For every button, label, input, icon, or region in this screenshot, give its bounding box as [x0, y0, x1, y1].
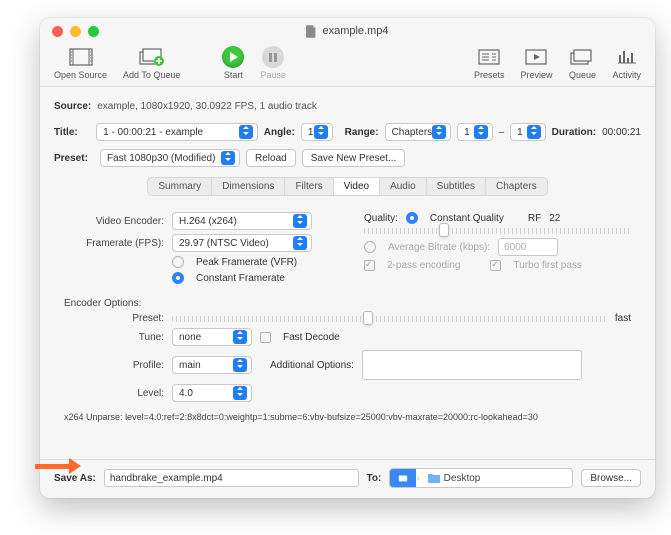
- fast-decode-checkbox[interactable]: [260, 332, 271, 343]
- x264-preset-label: Preset:: [64, 313, 164, 324]
- footer: Save As: handbrake_example.mp4 To: › Des…: [40, 459, 655, 498]
- tab-audio[interactable]: Audio: [380, 178, 427, 195]
- unparse-label: x264 Unparse:: [64, 412, 123, 422]
- range-to-select[interactable]: 1: [510, 123, 545, 141]
- rf-value: 22: [549, 213, 560, 224]
- preview-button[interactable]: Preview: [520, 46, 552, 80]
- tab-dimensions[interactable]: Dimensions: [212, 178, 285, 195]
- additional-options-label: Additional Options:: [270, 360, 354, 371]
- range-dash: –: [499, 127, 505, 138]
- peak-framerate-radio[interactable]: [172, 256, 184, 268]
- destination-path[interactable]: › Desktop: [389, 468, 573, 488]
- tab-chapters[interactable]: Chapters: [486, 178, 547, 195]
- pause-button[interactable]: Pause: [260, 46, 286, 80]
- path-segment: Desktop: [420, 469, 489, 487]
- two-pass-label: 2-pass encoding: [387, 260, 460, 271]
- tab-summary[interactable]: Summary: [148, 178, 212, 195]
- titlebar: example.mp4: [40, 18, 655, 44]
- profile-select[interactable]: main: [172, 356, 252, 374]
- source-value: example, 1080x1920, 30.0922 FPS, 1 audio…: [97, 101, 317, 112]
- video-panel: Video Encoder: H.264 (x264) Framerate (F…: [54, 204, 641, 426]
- range-from-select[interactable]: 1: [457, 123, 492, 141]
- avg-bitrate-label: Average Bitrate (kbps):: [388, 242, 490, 253]
- activity-button[interactable]: Activity: [612, 46, 641, 80]
- profile-label: Profile:: [64, 360, 164, 371]
- turbo-label: Turbo first pass: [513, 260, 582, 271]
- folder-icon: [428, 473, 440, 483]
- app-window: example.mp4 Open Source Add To Queue Sta…: [40, 18, 655, 498]
- video-encoder-select[interactable]: H.264 (x264): [172, 212, 312, 230]
- film-icon: [67, 46, 95, 68]
- preview-icon: [522, 46, 550, 68]
- save-as-input[interactable]: handbrake_example.mp4: [104, 469, 359, 487]
- framerate-select[interactable]: 29.97 (NTSC Video): [172, 234, 312, 252]
- tab-video[interactable]: Video: [334, 178, 380, 195]
- content-area: Source: example, 1080x1920, 30.0922 FPS,…: [40, 87, 655, 459]
- tune-select[interactable]: none: [172, 328, 252, 346]
- tab-filters[interactable]: Filters: [285, 178, 333, 195]
- fast-decode-label: Fast Decode: [283, 332, 340, 343]
- angle-select[interactable]: 1: [301, 123, 333, 141]
- range-mode-select[interactable]: Chapters: [385, 123, 452, 141]
- document-icon: [306, 25, 317, 38]
- tab-subtitles[interactable]: Subtitles: [427, 178, 486, 195]
- window-title: example.mp4: [40, 25, 655, 38]
- source-label: Source:: [54, 101, 91, 112]
- range-label: Range:: [345, 127, 379, 138]
- title-label: Title:: [54, 127, 90, 138]
- x264-preset-slider[interactable]: [172, 316, 607, 322]
- avg-bitrate-input[interactable]: 6000: [498, 238, 558, 256]
- tabs: Summary Dimensions Filters Video Audio S…: [54, 177, 641, 196]
- queue-add-icon: [138, 46, 166, 68]
- disk-icon: [390, 469, 416, 487]
- presets-button[interactable]: Presets: [474, 46, 505, 80]
- constant-quality-label: Constant Quality: [430, 213, 504, 224]
- add-to-queue-button[interactable]: Add To Queue: [123, 46, 180, 80]
- reload-button[interactable]: Reload: [246, 149, 296, 167]
- presets-icon: [475, 46, 503, 68]
- framerate-label: Framerate (FPS):: [64, 238, 164, 249]
- level-select[interactable]: 4.0: [172, 384, 252, 402]
- rf-label: RF: [528, 213, 541, 224]
- constant-framerate-radio[interactable]: [172, 272, 184, 284]
- pause-icon: [262, 46, 284, 68]
- activity-icon: [613, 46, 641, 68]
- title-select[interactable]: 1 - 00:00:21 - example: [96, 123, 258, 141]
- open-source-button[interactable]: Open Source: [54, 46, 107, 80]
- toolbar: Open Source Add To Queue Start Pause Pre…: [40, 44, 655, 87]
- constant-quality-radio[interactable]: [406, 212, 418, 224]
- quality-slider[interactable]: [364, 228, 631, 234]
- additional-options-input[interactable]: [362, 350, 582, 380]
- peak-framerate-label: Peak Framerate (VFR): [196, 257, 297, 268]
- queue-icon: [568, 46, 596, 68]
- preset-label: Preset:: [54, 153, 94, 164]
- duration-label: Duration:: [552, 127, 596, 138]
- browse-button[interactable]: Browse...: [581, 469, 641, 487]
- queue-button[interactable]: Queue: [568, 46, 596, 80]
- constant-framerate-label: Constant Framerate: [196, 273, 285, 284]
- preset-select[interactable]: Fast 1080p30 (Modified): [100, 149, 240, 167]
- angle-label: Angle:: [264, 127, 295, 138]
- quality-label: Quality:: [364, 213, 398, 224]
- x264-preset-value: fast: [615, 313, 631, 324]
- annotation-arrow: [35, 456, 85, 476]
- encoder-options-label: Encoder Options:: [64, 298, 141, 309]
- start-button[interactable]: Start: [222, 46, 244, 80]
- video-encoder-label: Video Encoder:: [64, 216, 164, 227]
- tune-label: Tune:: [64, 332, 164, 343]
- level-label: Level:: [64, 388, 164, 399]
- unparse-value: level=4.0:ref=2:8x8dct=0:weightp=1:subme…: [125, 412, 538, 422]
- turbo-checkbox[interactable]: [490, 260, 501, 271]
- avg-bitrate-radio[interactable]: [364, 241, 376, 253]
- two-pass-checkbox[interactable]: [364, 260, 375, 271]
- save-new-preset-button[interactable]: Save New Preset...: [302, 149, 406, 167]
- play-icon: [222, 46, 244, 68]
- duration-value: 00:00:21: [602, 127, 641, 138]
- to-label: To:: [367, 473, 382, 484]
